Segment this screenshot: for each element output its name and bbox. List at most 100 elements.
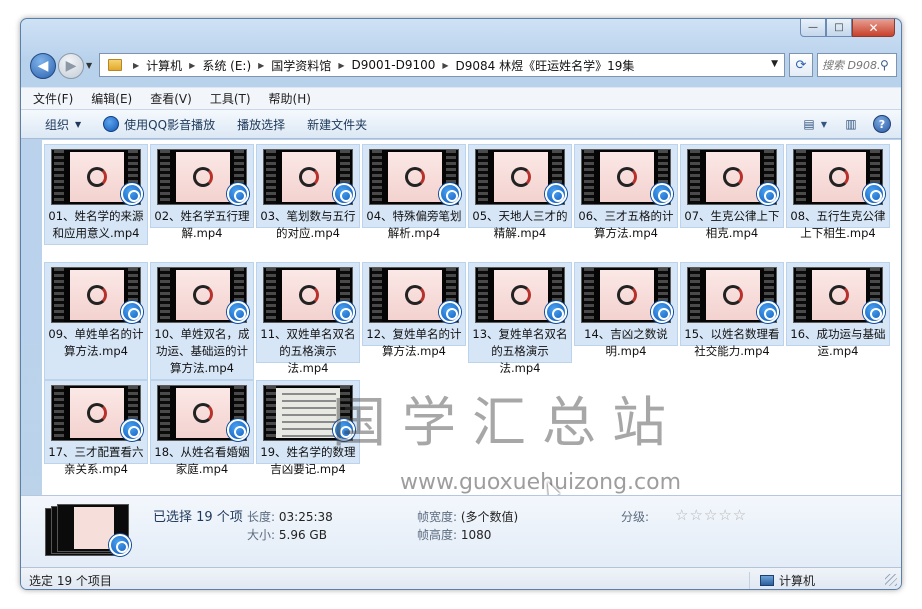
logo-seal-icon [193, 403, 213, 423]
help-icon[interactable]: ? [873, 115, 891, 133]
text-line [282, 414, 336, 416]
breadcrumb-computer[interactable]: 计算机 [146, 57, 182, 74]
qq-video-badge-icon [757, 301, 779, 323]
file-item[interactable]: 06、三才五格的计算方法.mp4 [574, 144, 678, 240]
frame-width-field: 帧宽度: (多个数值) [417, 508, 518, 525]
qq-video-badge-icon [227, 183, 249, 205]
change-view-icon[interactable]: ▤ [799, 114, 819, 134]
file-item[interactable]: 08、五行生克公律上下相生.mp4 [786, 144, 890, 240]
size-label: 大小: [247, 528, 276, 542]
file-item[interactable]: 15、以姓名数理看社交能力.mp4 [680, 262, 784, 358]
frame-height-value: 1080 [460, 528, 492, 542]
file-name: 05、天地人三才的精解.mp4 [472, 209, 568, 240]
video-frame [176, 270, 230, 320]
forward-arrow-icon[interactable]: ▶ [58, 53, 84, 79]
file-item[interactable]: 03、笔划数与五行的对应.mp4 [256, 144, 360, 240]
search-icon[interactable]: ⚲ [880, 58, 889, 72]
chevron-down-icon: ▼ [75, 119, 82, 129]
resize-grip[interactable] [885, 574, 897, 586]
qq-video-badge-icon [333, 183, 355, 205]
video-frame [176, 152, 230, 202]
refresh-icon[interactable]: ⟳ [789, 53, 813, 77]
breadcrumb-separator-icon[interactable]: ▶ [435, 61, 455, 70]
breadcrumb-separator-icon[interactable]: ▶ [126, 61, 146, 70]
breadcrumb-drive[interactable]: 系统 (E:) [202, 57, 251, 74]
close-button[interactable]: ✕ [852, 19, 895, 37]
video-frame [70, 270, 124, 320]
text-line [282, 428, 336, 430]
preview-pane-icon[interactable]: ▥ [841, 114, 861, 134]
file-item[interactable]: 01、姓名学的来源和应用意义.mp4 [44, 144, 148, 245]
qq-video-badge-icon [439, 183, 461, 205]
file-item[interactable]: 10、单姓双名，成功运、基础运的计算方法.mp4 [150, 262, 254, 380]
breadcrumb-separator-icon[interactable]: ▶ [251, 61, 271, 70]
maximize-button[interactable]: □ [826, 19, 852, 37]
back-arrow-icon[interactable]: ◀ [30, 53, 56, 79]
status-location-label: 计算机 [779, 574, 816, 588]
explorer-window: — □ ✕ ◀ ▶ ▼ ▶ 计算机 ▶ 系统 (E:) ▶ 国学资料馆 ▶ D9… [20, 18, 902, 590]
video-frame [74, 507, 114, 549]
logo-seal-icon [87, 167, 107, 187]
video-frame [706, 270, 760, 320]
file-item[interactable]: 12、复姓单名的计算方法.mp4 [362, 262, 466, 358]
video-frame [388, 152, 442, 202]
file-name: 10、单姓双名，成功运、基础运的计算方法.mp4 [154, 327, 250, 375]
breadcrumb-current-folder[interactable]: D9084 林煜《旺运姓名学》19集 [456, 57, 635, 74]
breadcrumb-library[interactable]: 国学资料馆 [271, 57, 331, 74]
qq-video-badge-icon [109, 534, 131, 556]
logo-seal-icon [87, 403, 107, 423]
rating-field: 分级: [621, 508, 649, 525]
file-item[interactable]: 09、单姓单名的计算方法.mp4 [44, 262, 148, 380]
organize-button[interactable]: 组织 ▼ [45, 116, 81, 133]
rating-stars[interactable]: ☆☆☆☆☆ [675, 506, 747, 524]
file-item[interactable]: 05、天地人三才的精解.mp4 [468, 144, 572, 240]
view-dropdown-icon[interactable]: ▼ [819, 114, 829, 134]
file-item[interactable]: 02、姓名学五行理解.mp4 [150, 144, 254, 240]
recent-pages-dropdown[interactable]: ▼ [86, 61, 92, 70]
video-frame [282, 152, 336, 202]
logo-seal-icon [405, 285, 425, 305]
size-field: 大小: 5.96 GB [247, 526, 327, 543]
frame-width-value: (多个数值) [460, 510, 519, 524]
address-bar[interactable]: ▶ 计算机 ▶ 系统 (E:) ▶ 国学资料馆 ▶ D9001-D9100 ▶ … [99, 53, 785, 77]
file-name: 14、吉凶之数说明.mp4 [584, 327, 668, 358]
file-item[interactable]: 11、双姓单名双名的五格演示法.mp4 [256, 262, 360, 375]
file-item[interactable]: 07、生克公律上下相克.mp4 [680, 144, 784, 240]
menu-file[interactable]: 文件(F) [33, 90, 73, 107]
breadcrumb-range[interactable]: D9001-D9100 [351, 58, 435, 72]
menu-edit[interactable]: 编辑(E) [91, 90, 132, 107]
file-item[interactable]: 14、吉凶之数说明.mp4 [574, 262, 678, 358]
video-frame [600, 270, 654, 320]
play-selection-button[interactable]: 播放选择 [237, 116, 285, 133]
file-name: 13、复姓单名双名的五格演示法.mp4 [472, 327, 568, 375]
menu-view[interactable]: 查看(V) [150, 90, 192, 107]
file-item[interactable]: 17、三才配置看六亲关系.mp4 [44, 380, 148, 476]
watermark-title: 国学汇总站 [332, 391, 682, 454]
rating-label: 分级: [621, 510, 650, 524]
logo-seal-icon [617, 167, 637, 187]
video-frame [812, 270, 866, 320]
search-input[interactable] [822, 58, 880, 72]
menu-help[interactable]: 帮助(H) [269, 90, 311, 107]
qq-video-badge-icon [545, 301, 567, 323]
minimize-button[interactable]: — [800, 19, 826, 37]
selection-thumbnail-stack [45, 504, 131, 556]
play-with-qq-label: 使用QQ影音播放 [124, 117, 216, 132]
status-selection-text: 选定 19 个项目 [29, 574, 112, 588]
play-with-qq-button[interactable]: 使用QQ影音播放 [103, 116, 215, 133]
breadcrumb-separator-icon[interactable]: ▶ [331, 61, 351, 70]
menu-tools[interactable]: 工具(T) [210, 90, 251, 107]
file-item[interactable]: 04、特殊偏旁笔划解析.mp4 [362, 144, 466, 240]
breadcrumb-separator-icon[interactable]: ▶ [182, 61, 202, 70]
file-item[interactable]: 16、成功运与基础运.mp4 [786, 262, 890, 358]
video-frame [494, 270, 548, 320]
video-frame [812, 152, 866, 202]
qq-video-badge-icon [545, 183, 567, 205]
file-item[interactable]: 13、复姓单名双名的五格演示法.mp4 [468, 262, 572, 375]
new-folder-button[interactable]: 新建文件夹 [307, 116, 367, 133]
qq-video-badge-icon [863, 183, 885, 205]
address-dropdown-icon[interactable]: ▼ [771, 59, 778, 69]
logo-seal-icon [405, 167, 425, 187]
file-item[interactable]: 18、从姓名看婚姻家庭.mp4 [150, 380, 254, 476]
search-box[interactable]: ⚲ [817, 53, 897, 77]
